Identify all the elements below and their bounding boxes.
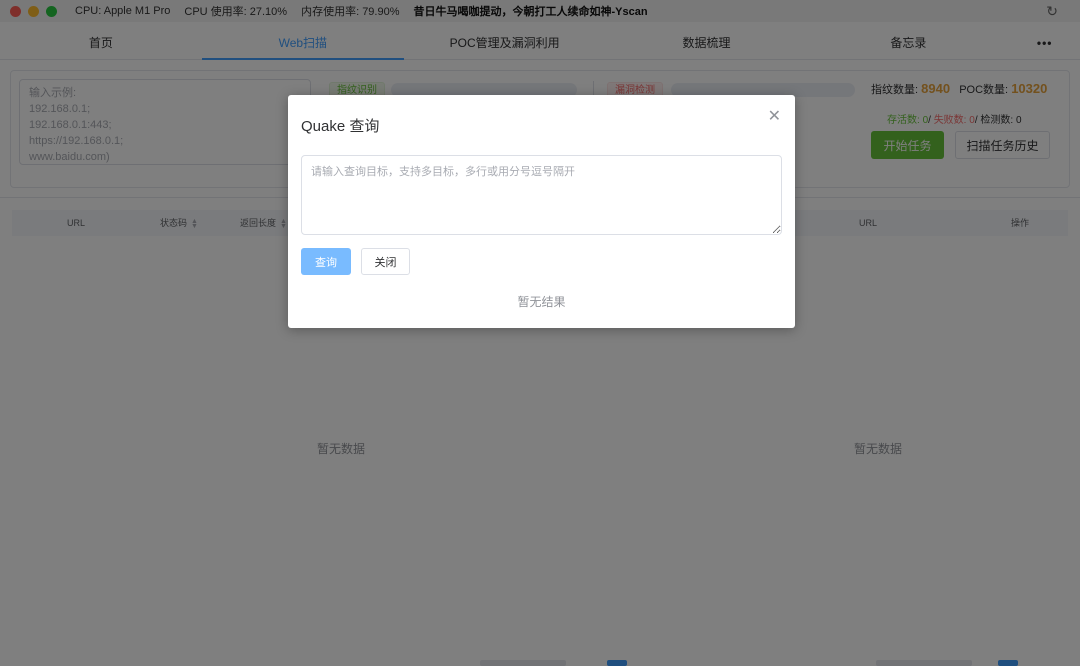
close-icon[interactable]: ✕	[768, 106, 781, 126]
close-button[interactable]: 关闭	[361, 248, 410, 275]
quake-query-dialog: Quake 查询 ✕ 查询 关闭 暂无结果	[288, 95, 795, 328]
dialog-title: Quake 查询	[301, 118, 380, 135]
dialog-empty-result: 暂无结果	[517, 295, 566, 309]
query-target-input[interactable]	[301, 155, 782, 235]
query-button[interactable]: 查询	[301, 248, 351, 275]
